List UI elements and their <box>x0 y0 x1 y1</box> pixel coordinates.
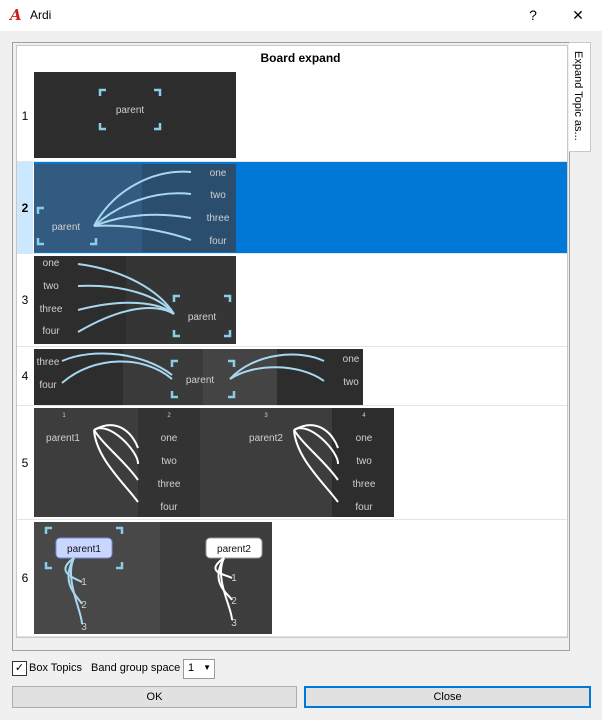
thumb-child-label: two <box>210 190 226 201</box>
thumb-child-label: two <box>343 377 359 388</box>
table-row[interactable]: 6 parent1 parent2 1 2 3 1 2 3 <box>17 520 567 637</box>
thumb-child-label: three <box>37 357 60 368</box>
thumb-child-label: 2 <box>81 600 87 611</box>
thumb-child-label: four <box>39 380 57 391</box>
table-row-selected[interactable]: 2 parent one two three four <box>17 162 567 254</box>
thumb-child-label: one <box>161 433 178 444</box>
box-topics-checkbox[interactable]: ✓ <box>12 661 27 676</box>
row-cell[interactable]: one two three four parent <box>34 254 567 346</box>
layout-thumbnail: parent one two three four <box>34 164 236 252</box>
layout-thumbnail: three four parent one two <box>34 349 363 405</box>
row-number: 2 <box>17 162 33 253</box>
options-bar: ✓ Box Topics Band group space 1 ▼ <box>12 658 572 680</box>
thumb-child-label: 2 <box>231 596 237 607</box>
thumb-parent-label: parent2 <box>217 544 251 555</box>
thumb-child-label: three <box>40 304 63 315</box>
layout-list-frame: Board expand 1 parent 2 parent one two t… <box>12 42 570 651</box>
band-group-space-label: Band group space <box>91 662 181 674</box>
row-number: 1 <box>21 108 29 123</box>
thumb-child-label: one <box>43 258 60 269</box>
title-bar: A Ardi ? ✕ <box>0 0 602 31</box>
table-row[interactable]: 4 three four parent one two <box>17 347 567 406</box>
thumb-child-label: four <box>160 502 178 513</box>
row-number: 6 <box>21 571 29 585</box>
help-button[interactable]: ? <box>511 0 555 31</box>
thumb-child-label: one <box>210 168 227 179</box>
layout-thumbnail: 1 2 3 4 parent1 parent2 one two three fo… <box>34 408 394 517</box>
thumb-child-label: one <box>356 433 373 444</box>
row-cell[interactable]: 1 2 3 4 parent1 parent2 one two three fo… <box>34 406 567 519</box>
layout-thumbnail: parent <box>34 72 236 158</box>
layout-thumbnail: one two three four parent <box>34 256 236 344</box>
thumb-child-label: two <box>161 456 177 467</box>
table-row[interactable]: 3 one two three four parent <box>17 254 567 347</box>
thumb-child-label: 3 <box>231 618 237 629</box>
row-cell[interactable]: three four parent one two <box>34 347 567 405</box>
expand-topic-as-tab[interactable]: Expand Topic as... <box>569 42 591 152</box>
thumb-child-label: two <box>43 281 59 292</box>
thumb-child-label: three <box>207 213 230 224</box>
ok-button[interactable]: OK <box>12 686 297 708</box>
thumb-child-label: 3 <box>81 622 87 633</box>
thumb-child-label: 1 <box>231 573 237 584</box>
thumb-parent-label: parent <box>186 375 215 386</box>
thumb-child-label: one <box>343 354 360 365</box>
table-row[interactable]: 1 parent <box>17 70 567 162</box>
row-number: 4 <box>21 369 29 383</box>
thumb-child-label: four <box>42 326 60 337</box>
thumb-child-label: 1 <box>81 577 87 588</box>
layout-grid[interactable]: Board expand 1 parent 2 parent one two t… <box>16 45 568 638</box>
close-button[interactable]: Close <box>304 686 591 708</box>
grid-column-header: Board expand <box>260 51 341 65</box>
layout-thumbnail: parent1 parent2 1 2 3 1 2 3 <box>34 522 272 634</box>
thumb-child-label: three <box>158 479 181 490</box>
thumb-parent-label: parent <box>116 105 145 116</box>
band-group-space-value: 1 <box>188 662 195 674</box>
window-title: Ardi <box>30 8 52 22</box>
thumb-parent-label: parent1 <box>67 544 101 555</box>
chevron-down-icon: ▼ <box>203 663 211 672</box>
table-row[interactable]: 5 1 2 3 4 parent1 parent2 one two three … <box>17 406 567 520</box>
close-window-button[interactable]: ✕ <box>556 0 600 31</box>
row-cell[interactable]: parent1 parent2 1 2 3 1 2 3 <box>34 520 567 636</box>
thumb-child-label: four <box>209 236 227 247</box>
thumb-parent-label: parent1 <box>46 433 80 444</box>
thumb-parent-label: parent <box>188 312 217 323</box>
row-cell[interactable]: parent one two three four <box>34 162 567 253</box>
box-topics-label[interactable]: Box Topics <box>29 662 82 674</box>
thumb-child-label: three <box>353 479 376 490</box>
row-number: 5 <box>21 455 29 470</box>
side-tab-label: Expand Topic as... <box>572 51 584 141</box>
thumb-parent-label: parent2 <box>249 433 283 444</box>
thumb-parent-label: parent <box>52 222 81 233</box>
row-number: 3 <box>21 293 29 307</box>
thumb-child-label: four <box>355 502 373 513</box>
row-cell[interactable]: parent <box>34 70 567 161</box>
ardi-app-icon: A <box>10 6 22 24</box>
band-group-space-select[interactable]: 1 ▼ <box>183 659 215 679</box>
thumb-child-label: two <box>356 456 372 467</box>
